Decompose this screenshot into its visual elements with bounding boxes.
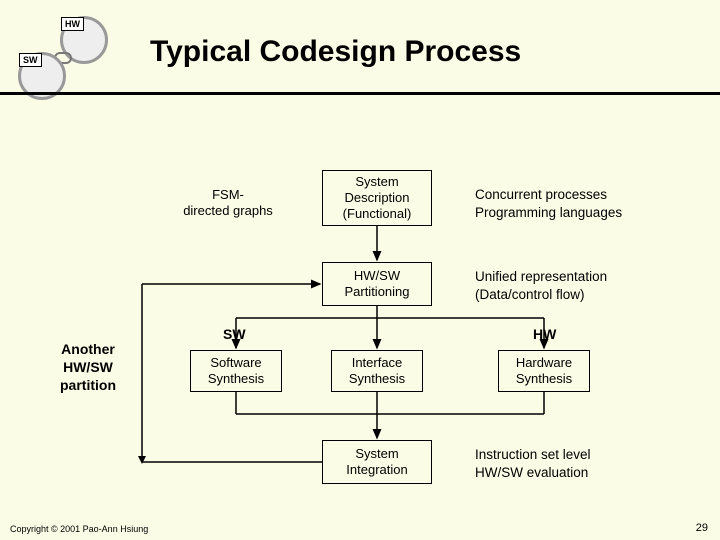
- sw-tag: SW: [19, 53, 42, 67]
- sysdesc-text: System Description (Functional): [329, 174, 425, 223]
- fsm-label: FSM- directed graphs: [163, 180, 293, 226]
- copyright: Copyright © 2001 Pao-Ann Hsiung: [10, 524, 148, 534]
- partition-text: HW/SW Partitioning: [329, 268, 425, 301]
- box-software-synthesis: Software Synthesis: [190, 350, 282, 392]
- note-partition: Unified representation (Data/control flo…: [475, 268, 607, 303]
- note-description: Concurrent processes Programming languag…: [475, 186, 622, 221]
- box-partitioning: HW/SW Partitioning: [322, 262, 432, 306]
- box-hardware-synthesis: Hardware Synthesis: [498, 350, 590, 392]
- swsyn-text: Software Synthesis: [197, 355, 275, 388]
- page-number: 29: [696, 522, 708, 534]
- another-partition-label: Another HW/SW partition: [48, 340, 128, 395]
- hw-path-label: HW: [533, 326, 556, 342]
- title-underline: [0, 92, 720, 95]
- integ-text: System Integration: [329, 446, 425, 479]
- box-system-description: System Description (Functional): [322, 170, 432, 226]
- fsm-text: FSM- directed graphs: [183, 187, 273, 220]
- note-integration: Instruction set level HW/SW evaluation: [475, 446, 591, 481]
- sw-path-label: SW: [223, 326, 246, 342]
- hw-sw-emblem: HW SW: [10, 10, 130, 100]
- hwsyn-text: Hardware Synthesis: [505, 355, 583, 388]
- box-system-integration: System Integration: [322, 440, 432, 484]
- box-interface-synthesis: Interface Synthesis: [331, 350, 423, 392]
- ifsyn-text: Interface Synthesis: [338, 355, 416, 388]
- page-title: Typical Codesign Process: [150, 35, 521, 69]
- hw-tag: HW: [61, 17, 84, 31]
